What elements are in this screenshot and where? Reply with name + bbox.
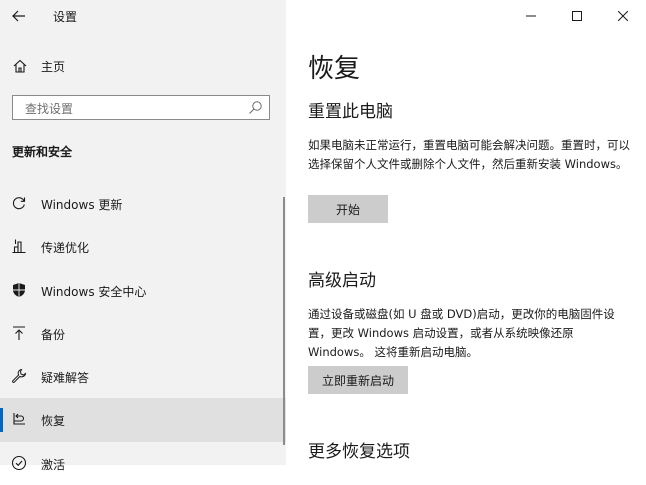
navigation-pane: 设置 主页 更新和安全 Windows 更新 传递优化 <box>0 0 286 472</box>
maximize-icon <box>572 11 582 21</box>
more-recovery-options-heading: 更多恢复选项 <box>308 442 410 462</box>
selection-indicator <box>0 408 3 433</box>
title-bar: 设置 <box>0 0 286 32</box>
home-nav-item[interactable]: 主页 <box>0 52 286 80</box>
sidebar-item-label: 疑难解答 <box>41 371 90 386</box>
restart-now-button[interactable]: 立即重新启动 <box>308 366 408 394</box>
sidebar-item-activation[interactable]: 激活 <box>0 442 286 485</box>
window-controls <box>508 0 646 32</box>
sidebar-item-troubleshoot[interactable]: 疑难解答 <box>0 355 286 398</box>
back-button[interactable] <box>8 6 30 26</box>
sidebar-item-label: Windows 安全中心 <box>41 284 147 299</box>
reset-pc-heading: 重置此电脑 <box>308 102 393 122</box>
close-button[interactable] <box>600 0 646 32</box>
refresh-icon <box>11 195 27 211</box>
advanced-startup-heading: 高级启动 <box>308 271 376 291</box>
search-input[interactable] <box>23 98 247 119</box>
minimize-icon <box>526 11 536 21</box>
sidebar-item-label: 备份 <box>41 327 66 342</box>
sidebar-item-recovery[interactable]: 恢复 <box>0 398 286 442</box>
sidebar-item-label: 传递优化 <box>41 241 90 256</box>
sidebar-item-windows-update[interactable]: Windows 更新 <box>0 182 286 225</box>
sidebar-item-label: Windows 更新 <box>41 198 123 212</box>
search-icon[interactable] <box>248 100 263 115</box>
recovery-icon <box>11 411 27 427</box>
backup-arrow-icon <box>11 325 27 341</box>
advanced-startup-description: 通过设备或磁盘(如 U 盘或 DVD)启动，更改你的电脑固件设置，更改 Wind… <box>308 307 615 359</box>
home-icon <box>12 58 28 74</box>
sidebar-item-delivery-optimization[interactable]: 传递优化 <box>0 225 286 268</box>
home-label: 主页 <box>41 60 66 74</box>
section-heading: 更新和安全 <box>12 145 73 159</box>
activation-check-icon <box>11 455 27 471</box>
page-title: 恢复 <box>308 54 361 84</box>
reset-pc-description: 如果电脑未正常运行，重置电脑可能会解决问题。重置时，可以选择保留个人文件或删除个… <box>308 138 630 171</box>
back-arrow-icon <box>12 10 26 22</box>
delivery-optimization-icon <box>11 238 27 254</box>
sidebar-item-label: 激活 <box>41 457 66 472</box>
sidebar-item-label: 恢复 <box>41 414 66 429</box>
nav-list: Windows 更新 传递优化 Windows 安全中心 备份 疑难解答 恢复 … <box>0 182 286 485</box>
maximize-button[interactable] <box>554 0 600 32</box>
sidebar-item-backup[interactable]: 备份 <box>0 312 286 355</box>
close-icon <box>618 11 628 21</box>
search-box[interactable] <box>12 95 270 120</box>
sidebar-item-windows-security[interactable]: Windows 安全中心 <box>0 269 286 312</box>
get-started-button[interactable]: 开始 <box>308 195 388 223</box>
sidebar-scrollbar[interactable] <box>283 197 285 445</box>
shield-icon <box>11 282 27 298</box>
minimize-button[interactable] <box>508 0 554 32</box>
wrench-icon <box>11 368 27 384</box>
app-title: 设置 <box>53 10 78 24</box>
